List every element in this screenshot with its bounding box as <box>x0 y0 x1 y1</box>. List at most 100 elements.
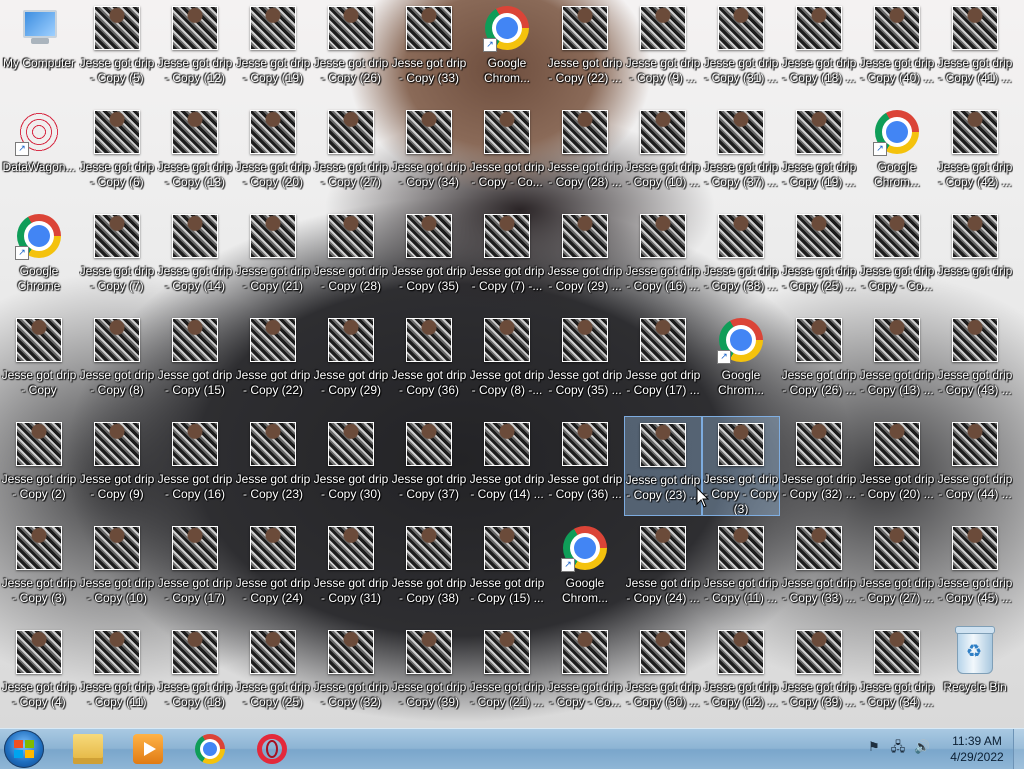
desktop-file-image[interactable]: Jesse got drip - Copy - Co... <box>546 624 624 724</box>
desktop-file-image[interactable]: Jesse got drip - Copy (34) ... <box>858 624 936 724</box>
desktop-file-image[interactable]: Jesse got drip - Copy (8) <box>78 312 156 412</box>
desktop-shortcut-google-chrome[interactable]: ↗ Google Chrom... <box>702 312 780 412</box>
desktop-file-image[interactable]: Jesse got drip - Copy (32) ... <box>780 416 858 516</box>
desktop-file-image[interactable]: Jesse got drip - Copy (28) <box>312 208 390 308</box>
desktop-file-image[interactable]: Jesse got drip - Copy (24) ... <box>624 520 702 620</box>
start-button[interactable] <box>4 730 44 768</box>
desktop-file-image[interactable]: Jesse got drip - Copy (29) ... <box>546 208 624 308</box>
desktop-icon-recycle-bin[interactable]: Recycle Bin <box>936 624 1014 724</box>
network-icon[interactable]: 🖧 <box>890 740 906 756</box>
taskbar-app-opera[interactable] <box>244 731 300 767</box>
desktop-file-image[interactable]: Jesse got drip - Copy (31) ... <box>702 0 780 100</box>
desktop-file-image[interactable]: Jesse got drip - Copy (44) ... <box>936 416 1014 516</box>
desktop-file-image[interactable]: Jesse got drip - Copy (25) ... <box>780 208 858 308</box>
taskbar-app-windows-explorer[interactable] <box>60 731 116 767</box>
desktop-file-image[interactable]: Jesse got drip - Copy (35) ... <box>546 312 624 412</box>
desktop-file-image[interactable]: Jesse got drip - Copy (42) ... <box>936 104 1014 204</box>
action-center-flag-icon[interactable]: ⚑ <box>866 740 882 756</box>
desktop-file-image[interactable]: Jesse got drip - Copy (18) <box>156 624 234 724</box>
desktop-file-image[interactable]: Jesse got drip - Copy (21) ... <box>468 624 546 724</box>
desktop-file-image[interactable]: Jesse got drip - Copy (13) ... <box>858 312 936 412</box>
desktop-file-image[interactable]: Jesse got drip <box>936 208 1014 308</box>
desktop-shortcut-google-chrome[interactable]: ↗ Google Chrom... <box>468 0 546 100</box>
desktop-file-image[interactable]: Jesse got drip - Copy (29) <box>312 312 390 412</box>
desktop-file-image[interactable]: Jesse got drip - Copy (31) <box>312 520 390 620</box>
desktop-file-image[interactable]: Jesse got drip - Copy (14) ... <box>468 416 546 516</box>
desktop-file-image[interactable]: Jesse got drip - Copy (27) ... <box>858 520 936 620</box>
desktop-file-image[interactable]: Jesse got drip - Copy (22) <box>234 312 312 412</box>
desktop-file-image[interactable]: Jesse got drip - Copy (28) ... <box>546 104 624 204</box>
desktop-file-image[interactable]: Jesse got drip - Copy (7) -... <box>468 208 546 308</box>
desktop-file-image[interactable]: Jesse got drip - Copy (9) <box>78 416 156 516</box>
desktop-file-image[interactable]: Jesse got drip - Copy (23) ... <box>624 416 702 516</box>
desktop-file-image[interactable]: Jesse got drip - Copy (17) <box>156 520 234 620</box>
desktop-shortcut-google-chrome[interactable]: ↗ Google Chrom... <box>858 104 936 204</box>
desktop-file-image[interactable]: Jesse got drip - Copy (14) <box>156 208 234 308</box>
desktop-file-image[interactable]: Jesse got drip - Copy (19) <box>234 0 312 100</box>
desktop-file-image[interactable]: Jesse got drip - Copy (40) ... <box>858 0 936 100</box>
desktop-shortcut-datawagon[interactable]: ↗ DataWagon... <box>0 104 78 204</box>
desktop-file-image[interactable]: Jesse got drip - Copy (37) <box>390 416 468 516</box>
desktop-file-image[interactable]: Jesse got drip - Copy (4) <box>0 624 78 724</box>
desktop-file-image[interactable]: Jesse got drip - Copy (27) <box>312 104 390 204</box>
desktop-file-image[interactable]: Jesse got drip - Copy (15) ... <box>468 520 546 620</box>
desktop-file-image[interactable]: Jesse got drip - Copy (26) <box>312 0 390 100</box>
desktop-file-image[interactable]: Jesse got drip - Copy (36) ... <box>546 416 624 516</box>
desktop-file-image[interactable]: Jesse got drip - Copy (35) <box>390 208 468 308</box>
desktop-file-image[interactable]: Jesse got drip - Copy (13) <box>156 104 234 204</box>
desktop-shortcut-google-chrome[interactable]: ↗ Google Chrome <box>0 208 78 308</box>
desktop-file-image[interactable]: Jesse got drip - Copy (33) <box>390 0 468 100</box>
desktop-file-image[interactable]: Jesse got drip - Copy (24) <box>234 520 312 620</box>
desktop-file-image[interactable]: Jesse got drip - Copy (12) <box>156 0 234 100</box>
desktop-file-image[interactable]: Jesse got drip - Copy (22) ... <box>546 0 624 100</box>
desktop-file-image[interactable]: Jesse got drip - Copy - Co... <box>858 208 936 308</box>
desktop-file-image[interactable]: Jesse got drip - Copy (21) <box>234 208 312 308</box>
desktop-file-image[interactable]: Jesse got drip - Copy (15) <box>156 312 234 412</box>
desktop-file-image[interactable]: Jesse got drip - Copy (23) <box>234 416 312 516</box>
desktop-icon-my-computer[interactable]: My Computer <box>0 0 78 100</box>
desktop-file-image[interactable]: Jesse got drip - Copy - Copy (3) <box>702 416 780 516</box>
desktop-file-image[interactable]: Jesse got drip - Copy (36) <box>390 312 468 412</box>
desktop-file-image[interactable]: Jesse got drip - Copy (38) ... <box>702 208 780 308</box>
desktop-file-image[interactable]: Jesse got drip - Copy (9) ... <box>624 0 702 100</box>
desktop-file-image[interactable]: Jesse got drip - Copy - Co... <box>468 104 546 204</box>
desktop-file-image[interactable]: Jesse got drip - Copy (37) ... <box>702 104 780 204</box>
desktop-file-image[interactable]: Jesse got drip - Copy (43) ... <box>936 312 1014 412</box>
desktop-file-image[interactable]: Jesse got drip - Copy (20) <box>234 104 312 204</box>
desktop-shortcut-google-chrome[interactable]: ↗ Google Chrom... <box>546 520 624 620</box>
desktop-file-image[interactable]: Jesse got drip - Copy (39) ... <box>780 624 858 724</box>
desktop-file-image[interactable]: Jesse got drip - Copy (10) ... <box>624 104 702 204</box>
clock[interactable]: 11:39 AM 4/29/2022 <box>938 733 1016 765</box>
desktop-file-image[interactable]: Jesse got drip - Copy (19) ... <box>780 104 858 204</box>
desktop-file-image[interactable]: Jesse got drip - Copy (41) ... <box>936 0 1014 100</box>
desktop-file-image[interactable]: Jesse got drip - Copy (20) ... <box>858 416 936 516</box>
desktop-file-image[interactable]: Jesse got drip - Copy (34) <box>390 104 468 204</box>
desktop-file-image[interactable]: Jesse got drip - Copy (7) <box>78 208 156 308</box>
desktop-file-image[interactable]: Jesse got drip - Copy (30) ... <box>624 624 702 724</box>
desktop-file-image[interactable]: Jesse got drip - Copy (39) <box>390 624 468 724</box>
desktop-file-image[interactable]: Jesse got drip - Copy (8) -... <box>468 312 546 412</box>
desktop-file-image[interactable]: Jesse got drip - Copy (16) ... <box>624 208 702 308</box>
desktop-file-image[interactable]: Jesse got drip - Copy (18) ... <box>780 0 858 100</box>
desktop-file-image[interactable]: Jesse got drip - Copy (10) <box>78 520 156 620</box>
desktop-file-image[interactable]: Jesse got drip - Copy (26) ... <box>780 312 858 412</box>
desktop-file-image[interactable]: Jesse got drip - Copy (11) ... <box>702 520 780 620</box>
desktop-file-image[interactable]: Jesse got drip - Copy (32) <box>312 624 390 724</box>
volume-icon[interactable]: 🔊 <box>914 740 930 756</box>
taskbar-app-media-player[interactable] <box>120 731 176 767</box>
taskbar-app-google-chrome[interactable] <box>182 731 238 767</box>
desktop-file-image[interactable]: Jesse got drip - Copy (38) <box>390 520 468 620</box>
desktop-file-image[interactable]: Jesse got drip - Copy (33) ... <box>780 520 858 620</box>
desktop-file-image[interactable]: Jesse got drip - Copy (3) <box>0 520 78 620</box>
desktop-file-image[interactable]: Jesse got drip - Copy (25) <box>234 624 312 724</box>
desktop-file-image[interactable]: Jesse got drip - Copy (11) <box>78 624 156 724</box>
desktop-file-image[interactable]: Jesse got drip - Copy (45) ... <box>936 520 1014 620</box>
desktop-file-image[interactable]: Jesse got drip - Copy (6) <box>78 104 156 204</box>
desktop-file-image[interactable]: Jesse got drip - Copy (5) <box>78 0 156 100</box>
desktop-file-image[interactable]: Jesse got drip - Copy <box>0 312 78 412</box>
desktop-file-image[interactable]: Jesse got drip - Copy (2) <box>0 416 78 516</box>
desktop-file-image[interactable]: Jesse got drip - Copy (12) ... <box>702 624 780 724</box>
desktop-file-image[interactable]: Jesse got drip - Copy (30) <box>312 416 390 516</box>
desktop-file-image[interactable]: Jesse got drip - Copy (16) <box>156 416 234 516</box>
desktop-file-image[interactable]: Jesse got drip - Copy (17) ... <box>624 312 702 412</box>
